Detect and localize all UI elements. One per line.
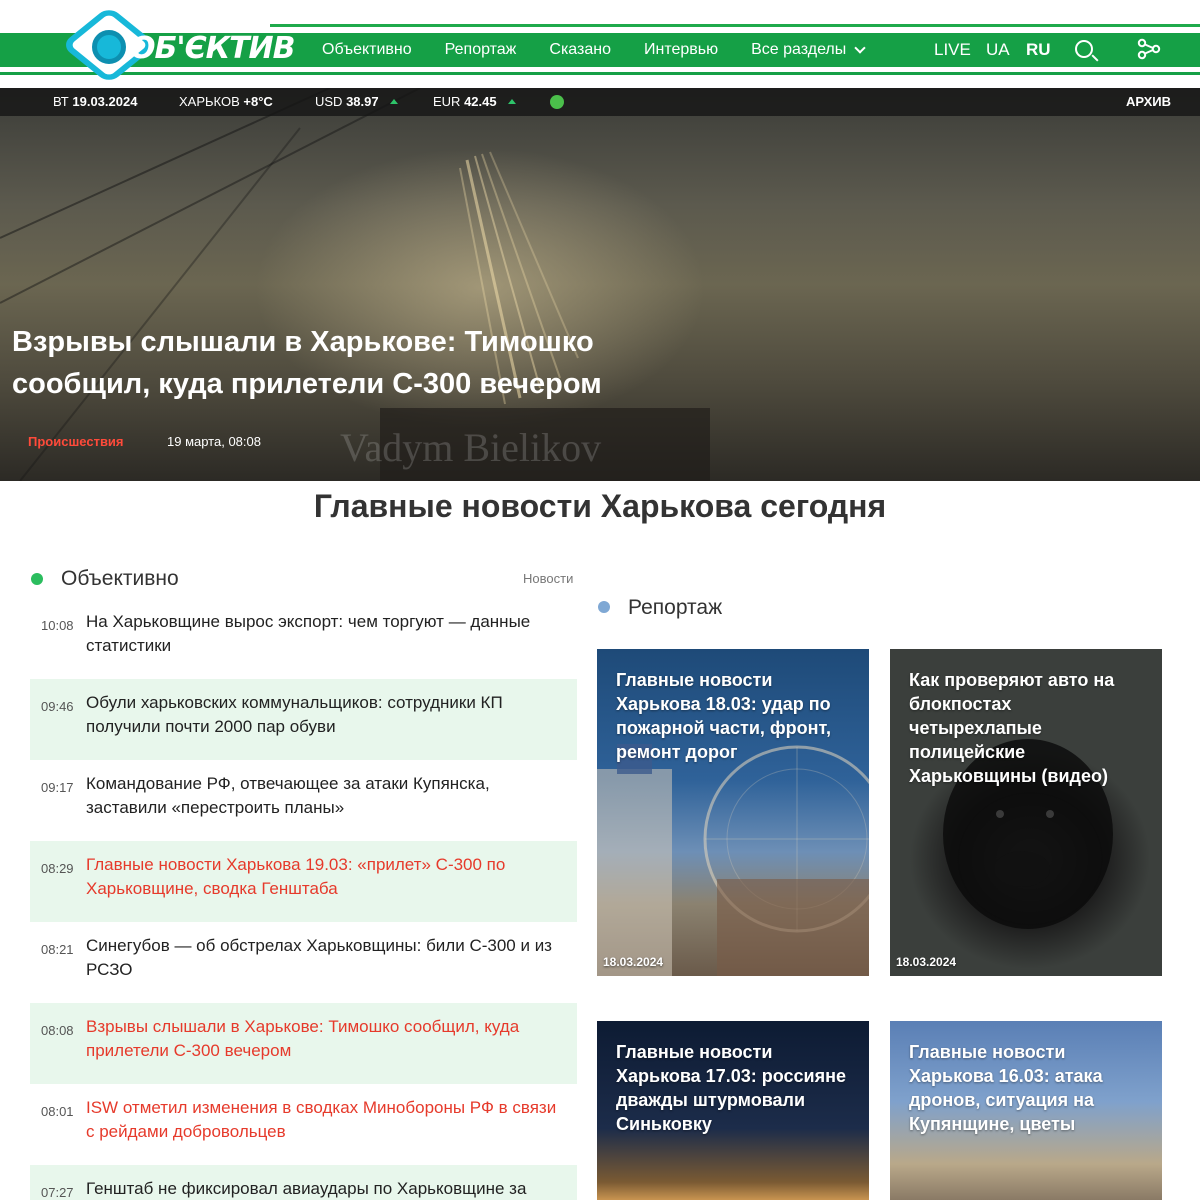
- share-icon[interactable]: [1137, 38, 1161, 60]
- search-icon[interactable]: [1075, 40, 1093, 58]
- up-arrow-icon: [508, 98, 517, 104]
- up-arrow-icon: [390, 98, 399, 104]
- news-item[interactable]: 08:08 Взрывы слышали в Харькове: Тимошко…: [30, 1003, 577, 1084]
- news-headline: Генштаб не фиксировал авиаудары по Харьк…: [86, 1179, 527, 1198]
- news-headline: ISW отметил изменения в сводках Миноборо…: [86, 1098, 557, 1141]
- photo-watermark: Vadym Bielikov: [340, 425, 602, 470]
- weather: ХАРЬКОВ +8°C: [179, 94, 273, 109]
- card-title: Как проверяют авто на блокпостах четырех…: [909, 670, 1115, 786]
- news-time: 09:46: [41, 699, 74, 714]
- hero-headline[interactable]: Взрывы слышали в Харькове: Тимошко сообщ…: [12, 321, 692, 405]
- report-card[interactable]: Как проверяют авто на блокпостах четырех…: [890, 649, 1162, 976]
- section-dot-icon: [598, 601, 610, 613]
- news-time: 09:17: [41, 780, 74, 795]
- news-headline: Главные новости Харькова 19.03: «прилет»…: [86, 855, 506, 898]
- nav-item-said[interactable]: Сказано: [549, 41, 611, 59]
- news-headline: Обули харьковских коммунальщиков: сотруд…: [86, 693, 503, 736]
- logo-circle: [92, 30, 126, 64]
- news-time: 08:21: [41, 942, 74, 957]
- report-card[interactable]: Главные новости Харькова 16.03: атака др…: [890, 1021, 1162, 1200]
- site-header: ОБ'ЄКТИВ Объективно Репортаж Сказано Инт…: [0, 0, 1200, 88]
- card-title: Главные новости Харькова 16.03: атака др…: [909, 1042, 1103, 1134]
- eur-value: 42.45: [464, 94, 497, 109]
- news-time: 08:01: [41, 1104, 74, 1119]
- news-link[interactable]: Новости: [523, 571, 573, 586]
- chevron-down-icon: [854, 42, 866, 54]
- hero-date: 19 марта, 08:08: [167, 434, 261, 449]
- main-nav: Объективно Репортаж Сказано Интервью Все…: [322, 33, 897, 67]
- live-link[interactable]: LIVE: [934, 33, 971, 67]
- news-list: 10:08 На Харьковщине вырос экспорт: чем …: [30, 598, 577, 1200]
- nav-item-reportage[interactable]: Репортаж: [445, 41, 517, 59]
- city-name: ХАРЬКОВ: [179, 94, 240, 109]
- report-card[interactable]: Главные новости Харькова 18.03: удар по …: [597, 649, 869, 976]
- section-title-reportage[interactable]: Репортаж: [628, 596, 722, 620]
- archive-link[interactable]: АРХИВ: [1126, 94, 1171, 109]
- news-item[interactable]: 08:21 Синегубов — об обстрелах Харьковщи…: [30, 922, 577, 1003]
- news-item[interactable]: 07:27 Генштаб не фиксировал авиаудары по…: [30, 1165, 577, 1200]
- usd-label: USD: [315, 94, 343, 109]
- news-item[interactable]: 08:29 Главные новости Харькова 19.03: «п…: [30, 841, 577, 922]
- news-item[interactable]: 08:01 ISW отметил изменения в сводках Ми…: [30, 1084, 577, 1165]
- nav-item-objectively[interactable]: Объективно: [322, 41, 412, 59]
- usd-rate: USD 38.97: [315, 94, 399, 109]
- nav-item-interview[interactable]: Интервью: [644, 41, 718, 59]
- section-dot-icon: [31, 573, 43, 585]
- page-title: Главные новости Харькова сегодня: [313, 488, 887, 524]
- news-time: 08:08: [41, 1023, 74, 1038]
- header-top-line: [270, 24, 1200, 27]
- news-time: 10:08: [41, 618, 74, 633]
- eur-label: EUR: [433, 94, 461, 109]
- card-title: Главные новости Харькова 17.03: россияне…: [616, 1042, 846, 1134]
- logo-text: ОБ'ЄКТИВ: [130, 31, 296, 66]
- lang-ru[interactable]: RU: [1026, 33, 1051, 67]
- hero-category[interactable]: Происшествия: [28, 434, 124, 449]
- news-time: 07:27: [41, 1185, 74, 1200]
- date-value: 19.03.2024: [72, 94, 138, 109]
- weekday: ВТ: [53, 94, 69, 109]
- nav-item-all-sections[interactable]: Все разделы: [751, 41, 866, 59]
- news-item[interactable]: 10:08 На Харьковщине вырос экспорт: чем …: [30, 598, 577, 679]
- lang-ua[interactable]: UA: [986, 33, 1010, 67]
- status-dot-icon: [550, 95, 564, 109]
- news-headline: Командование РФ, отвечающее за атаки Куп…: [86, 774, 490, 817]
- card-date: 18.03.2024: [896, 955, 957, 969]
- eur-rate: EUR 42.45: [433, 94, 517, 109]
- site-logo[interactable]: ОБ'ЄКТИВ: [60, 5, 296, 86]
- temperature: +8°C: [243, 94, 273, 109]
- nav-all-sections-label: Все разделы: [751, 41, 847, 58]
- hero-banner[interactable]: Vadym Bielikov ВТ 19.03.2024 ХАРЬКОВ +8°…: [0, 88, 1200, 481]
- info-bar: ВТ 19.03.2024 ХАРЬКОВ +8°C USD 38.97 EUR…: [0, 88, 1200, 116]
- news-headline: На Харьковщине вырос экспорт: чем торгую…: [86, 612, 531, 655]
- section-title-objectively[interactable]: Объективно: [61, 567, 179, 591]
- card-title: Главные новости Харькова 18.03: удар по …: [616, 670, 831, 762]
- news-time: 08:29: [41, 861, 74, 876]
- news-headline: Взрывы слышали в Харькове: Тимошко сообщ…: [86, 1017, 520, 1060]
- news-item[interactable]: 09:17 Командование РФ, отвечающее за ата…: [30, 760, 577, 841]
- current-date: ВТ 19.03.2024: [53, 94, 137, 109]
- usd-value: 38.97: [346, 94, 379, 109]
- report-card[interactable]: Главные новости Харькова 17.03: россияне…: [597, 1021, 869, 1200]
- news-headline: Синегубов — об обстрелах Харьковщины: би…: [86, 936, 552, 979]
- card-date: 18.03.2024: [603, 955, 664, 969]
- news-item[interactable]: 09:46 Обули харьковских коммунальщиков: …: [30, 679, 577, 760]
